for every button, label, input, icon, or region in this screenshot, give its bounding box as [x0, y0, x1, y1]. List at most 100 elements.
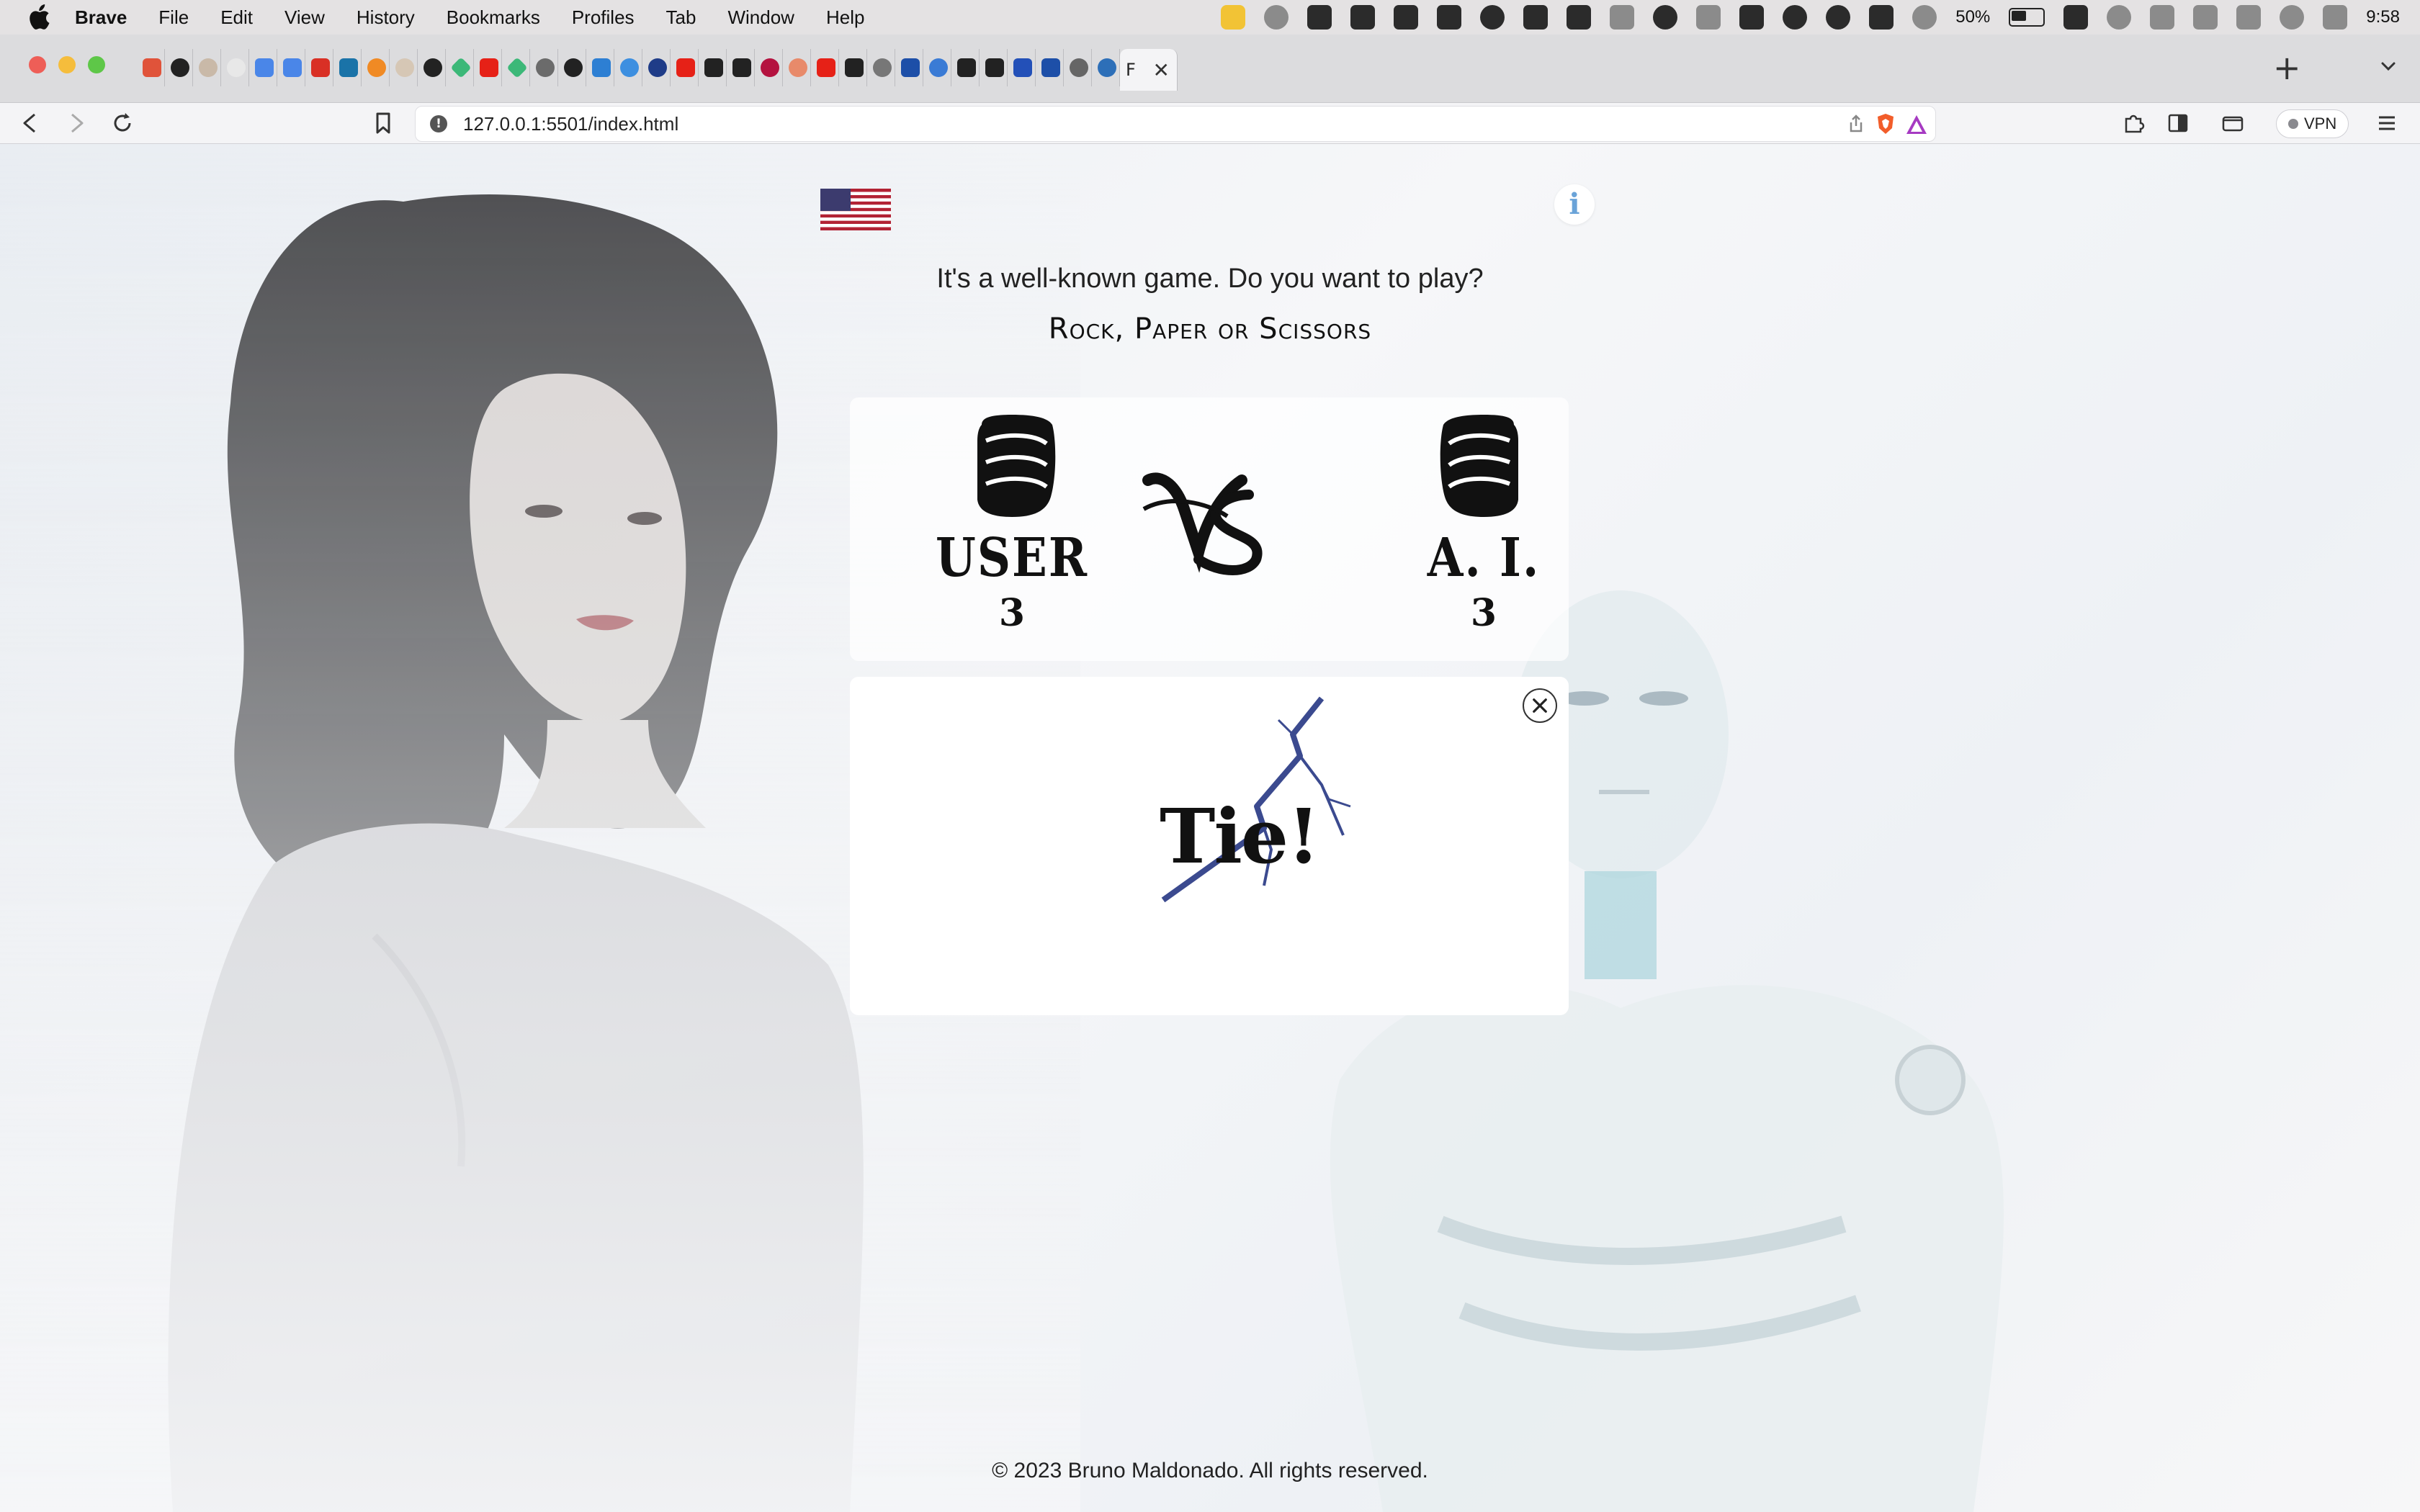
browser-tab[interactable] [1064, 49, 1092, 86]
browser-tab[interactable] [362, 49, 390, 86]
close-result-icon[interactable] [1523, 688, 1557, 723]
menu-tab[interactable]: Tab [666, 6, 696, 29]
back-icon[interactable] [17, 110, 43, 136]
browser-tab[interactable] [137, 49, 165, 86]
aperture-icon[interactable] [1783, 5, 1808, 30]
share-icon[interactable] [1846, 114, 1866, 134]
url-text[interactable]: 127.0.0.1:5501/index.html [463, 113, 678, 135]
browser-tab[interactable] [305, 49, 333, 86]
browser-tab[interactable] [390, 49, 418, 86]
wallet-icon[interactable] [2220, 110, 2246, 136]
site-tab-icon [395, 58, 414, 77]
display-icon[interactable] [1523, 5, 1549, 30]
menu-app-name[interactable]: Brave [75, 6, 127, 29]
fast-forward-icon[interactable] [1394, 5, 1419, 30]
window-icon[interactable] [1610, 5, 1635, 30]
browser-tab[interactable] [221, 49, 249, 86]
menu-bookmarks[interactable]: Bookmarks [447, 6, 540, 29]
menu-file[interactable]: File [158, 6, 189, 29]
tab-search-chevron-icon[interactable] [2378, 56, 2398, 76]
sync-icon[interactable] [1653, 5, 1678, 30]
bluetooth-icon[interactable] [2193, 5, 2218, 30]
volume-icon[interactable] [2150, 5, 2175, 30]
browser-tab[interactable] [333, 49, 362, 86]
browser-tab[interactable] [530, 49, 558, 86]
screen-record-icon[interactable] [1437, 5, 1462, 30]
ghost-app-icon[interactable] [1221, 5, 1246, 30]
browser-tab[interactable] [502, 49, 530, 86]
browser-tab[interactable] [277, 49, 305, 86]
browser-tab[interactable] [951, 49, 980, 86]
browser-tab[interactable] [727, 49, 755, 86]
browser-tab[interactable] [446, 49, 474, 86]
pause-icon[interactable] [1350, 5, 1376, 30]
browser-tab[interactable] [699, 49, 727, 86]
settings-gear-icon[interactable] [1480, 5, 1505, 30]
language-flag-icon[interactable] [820, 189, 891, 230]
s-app-icon[interactable] [1869, 5, 1894, 30]
browser-tab[interactable] [165, 49, 193, 86]
sidebar-icon[interactable] [2165, 110, 2191, 136]
browser-tab[interactable] [586, 49, 614, 86]
browser-tab[interactable] [474, 49, 502, 86]
browser-tab[interactable] [923, 49, 951, 86]
menu-clock[interactable]: 9:58 [2366, 7, 2400, 27]
info-button[interactable]: i [1554, 184, 1595, 225]
browser-tab[interactable] [193, 49, 221, 86]
now-playing-icon[interactable] [2107, 5, 2132, 30]
browser-tab[interactable] [1008, 49, 1036, 86]
keyboard-icon[interactable] [2063, 5, 2089, 30]
extensions-icon[interactable] [2120, 110, 2146, 136]
menu-help[interactable]: Help [826, 6, 864, 29]
tab-close-icon[interactable]: ✕ [1153, 58, 1170, 82]
brave-rewards-icon[interactable] [1905, 114, 1928, 135]
browser-tab[interactable] [614, 49, 642, 86]
menu-edit[interactable]: Edit [220, 6, 253, 29]
bartender-icon[interactable] [1739, 5, 1765, 30]
tea-icon[interactable] [1912, 5, 1937, 30]
browser-tab[interactable] [671, 49, 699, 86]
browser-tab[interactable] [811, 49, 839, 86]
browser-toolbar: ! 127.0.0.1:5501/index.html VPN [0, 103, 2420, 144]
menu-history[interactable]: History [357, 6, 415, 29]
address-bar[interactable]: ! 127.0.0.1:5501/index.html [415, 106, 1936, 142]
layers-icon[interactable] [1696, 5, 1721, 30]
spotlight-search-icon[interactable] [2280, 5, 2305, 30]
spinner-icon[interactable] [1264, 5, 1289, 30]
menu-view[interactable]: View [284, 6, 325, 29]
menu-profiles[interactable]: Profiles [572, 6, 635, 29]
close-window-button[interactable] [29, 56, 46, 73]
browser-tab[interactable] [867, 49, 895, 86]
apple-menu-icon[interactable] [27, 4, 50, 30]
fullscreen-window-button[interactable] [88, 56, 105, 73]
minimize-window-button[interactable] [58, 56, 76, 73]
reload-icon[interactable] [109, 110, 135, 136]
browser-tab[interactable] [783, 49, 811, 86]
browser-tab[interactable] [980, 49, 1008, 86]
browser-tab[interactable] [558, 49, 586, 86]
browser-tab[interactable] [755, 49, 783, 86]
browser-tab[interactable] [642, 49, 671, 86]
forward-icon[interactable] [63, 110, 89, 136]
battery-icon[interactable] [2009, 8, 2045, 27]
brave-shields-icon[interactable] [1875, 112, 1896, 135]
wifi-icon[interactable] [2236, 5, 2262, 30]
browser-tab[interactable] [895, 49, 923, 86]
browser-tab[interactable] [249, 49, 277, 86]
youtube-tab-icon [817, 58, 835, 77]
new-tab-button[interactable]: + [2273, 50, 2301, 85]
bookmark-icon[interactable] [370, 110, 396, 136]
rewind-icon[interactable] [1307, 5, 1332, 30]
site-info-icon[interactable]: ! [430, 115, 447, 132]
menu-window[interactable]: Window [727, 6, 794, 29]
browser-tab[interactable] [1092, 49, 1120, 86]
browser-tab[interactable] [839, 49, 867, 86]
vpn-button[interactable]: VPN [2276, 109, 2349, 138]
active-tab[interactable]: F ✕ [1120, 49, 1178, 91]
control-center-icon[interactable] [2323, 5, 2348, 30]
hamburger-menu-icon[interactable] [2374, 110, 2400, 136]
browser-tab[interactable] [418, 49, 446, 86]
browser-tab[interactable] [1036, 49, 1064, 86]
audio-app-icon[interactable] [1567, 5, 1592, 30]
hat-icon[interactable] [1826, 5, 1851, 30]
